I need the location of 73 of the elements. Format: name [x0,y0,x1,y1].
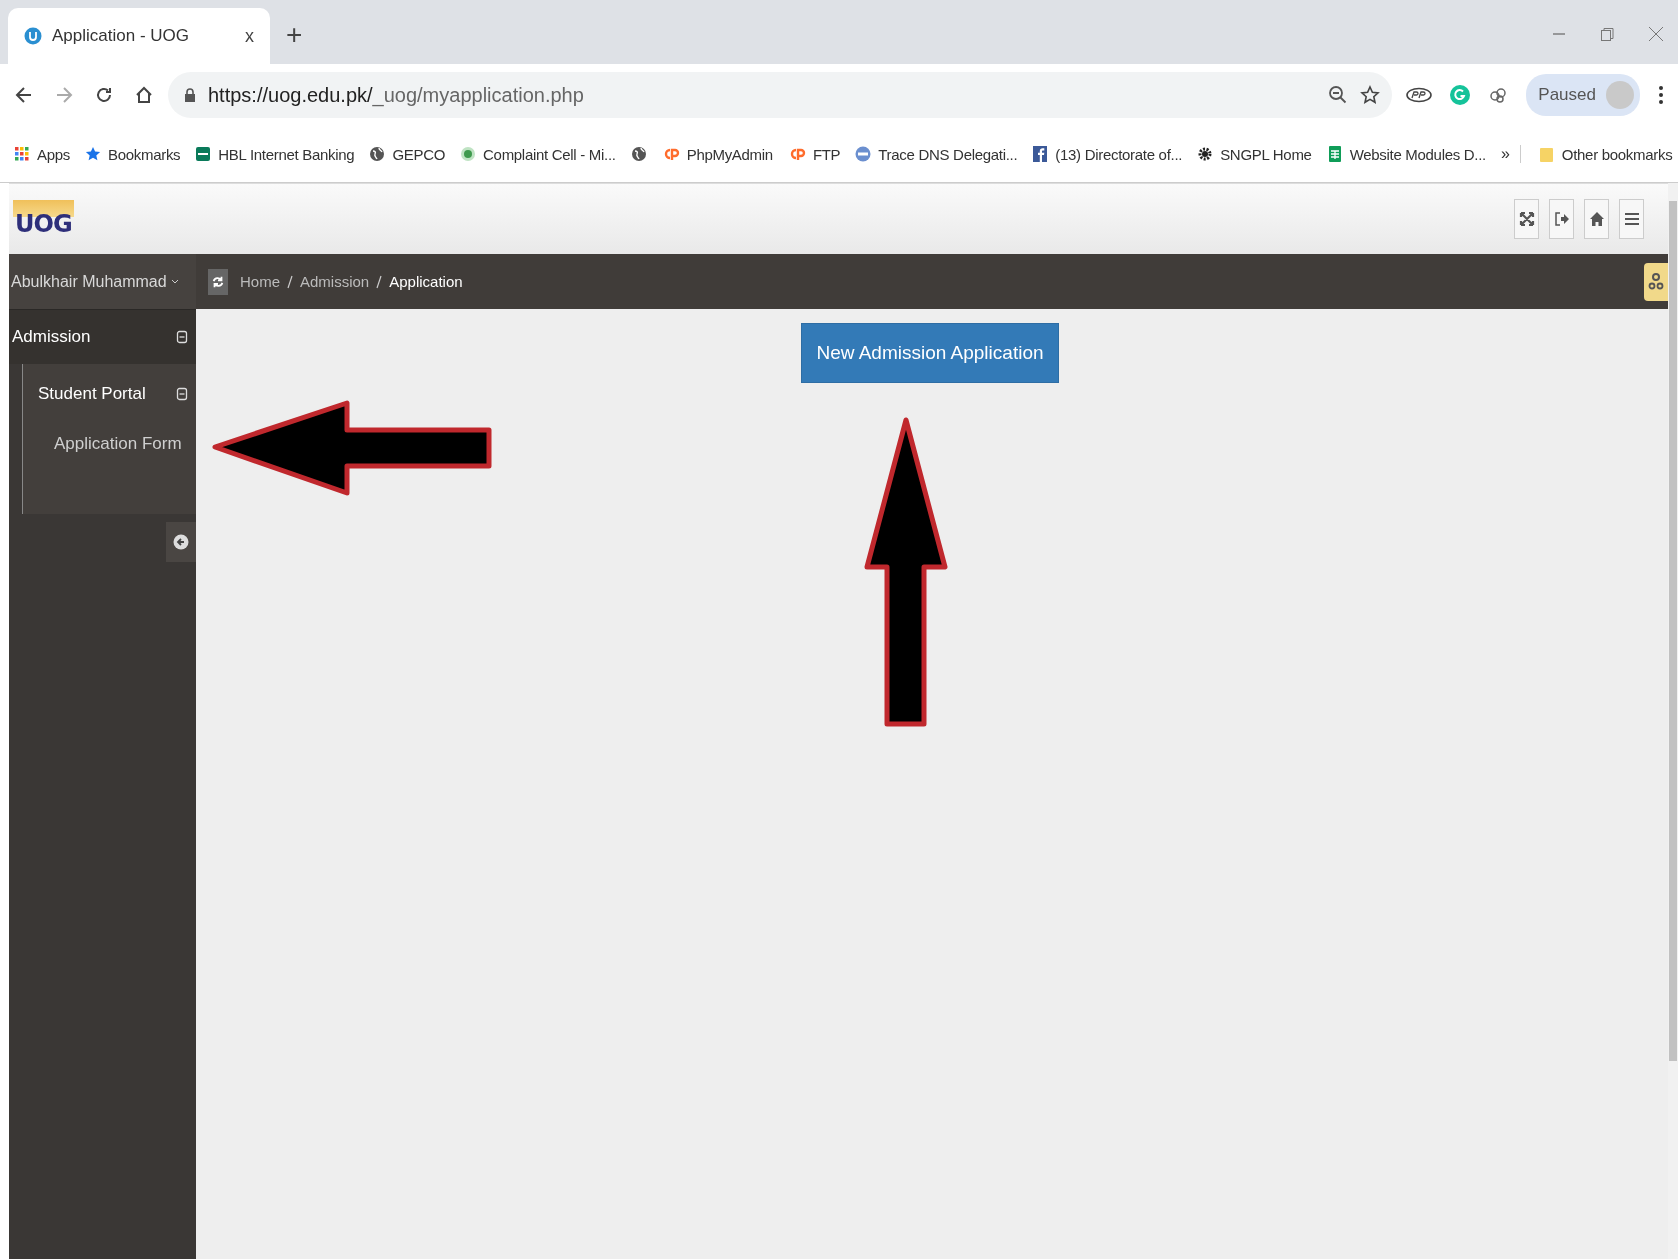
apps-grid-icon [14,146,30,162]
chevron-down-icon [170,278,179,285]
breadcrumb-link[interactable]: Admission [300,273,370,290]
bookmark-item[interactable]: Complaint Cell - Mi... [460,145,616,163]
collapse-sidebar-button[interactable] [166,522,196,562]
house-icon [1588,211,1605,227]
bookmark-item[interactable]: (13) Directorate of... [1032,145,1183,163]
bookmark-item[interactable]: FTP [787,145,841,163]
bookmark-item[interactable] [630,146,647,162]
zoom-out-icon [1328,85,1349,105]
refresh-button[interactable] [208,268,228,295]
user-menu[interactable]: Abulkhair Muhammad [9,254,196,309]
collapse-icon [176,387,188,401]
lock-icon [184,88,196,102]
scrollbar-thumb[interactable] [1669,201,1677,1061]
bank-logo-icon [195,146,212,162]
sidebar-item[interactable]: Admission [9,309,196,364]
slash-icon [286,273,294,290]
emblem-icon [460,146,477,162]
gears-icon [1648,272,1664,291]
new-tab-button[interactable]: + [280,18,309,52]
bookmark-item[interactable]: Trace DNS Delegati... [855,145,1018,163]
fullscreen-button[interactable] [1514,199,1539,239]
collapse-icon [176,330,188,344]
slash-icon [375,273,384,290]
php-extension-icon [1406,87,1433,103]
folder-icon [1538,146,1555,162]
menu-button[interactable] [1619,199,1644,239]
globe-icon [630,146,647,162]
spreadsheet-icon [1326,146,1343,162]
back-icon [14,85,34,105]
home-button[interactable] [1584,199,1609,239]
close-icon [1648,26,1664,42]
gear-icon [1197,146,1214,162]
expand-arrows-icon [1518,211,1535,227]
breadcrumb-link[interactable]: Home [240,273,280,290]
address-bar[interactable]: https://uog.edu.pk/_uog/myapplication.php [168,72,1393,118]
bookmark-folder[interactable]: Other bookmarks [1538,145,1673,163]
forward-icon [54,85,74,105]
globe-icon [369,146,386,162]
site-favicon-icon [24,27,42,45]
arrow-left-circle-icon [173,534,189,550]
settings-button[interactable] [1644,262,1668,301]
menu-icon [1623,211,1640,227]
facebook-icon [1032,146,1049,162]
logout-icon [1553,211,1570,227]
cloud-extension-icon [1488,85,1509,105]
logout-button[interactable] [1549,199,1574,239]
sidebar-item[interactable]: Application Form [23,424,196,464]
more-bookmarks-button[interactable]: » [1500,145,1521,163]
profile-button[interactable]: Paused [1526,74,1640,116]
minimize-icon [1552,33,1566,35]
bookmark-item[interactable]: Apps [14,145,70,163]
star-icon [85,146,101,162]
grammar-extension-icon [1450,85,1471,105]
bookmark-item[interactable]: GEPCO [369,145,446,163]
breadcrumb-link[interactable]: Application [389,273,463,290]
browser-tab[interactable]: Application - UOG x [8,8,270,64]
tab-title: Application - UOG [52,26,190,46]
bookmark-item[interactable]: HBL Internet Banking [195,145,355,163]
menu-dots-icon [1658,85,1664,105]
dns-globe-icon [855,146,872,162]
bookmark-item[interactable]: SNGPL Home [1197,145,1312,163]
sidebar-item[interactable]: Student Portal [23,364,196,424]
bookmark-item[interactable]: Website Modules D... [1326,145,1486,163]
new-application-button[interactable]: New Admission Application [801,323,1059,383]
bookmark-item[interactable]: Bookmarks [85,145,181,163]
reload-icon [94,85,114,105]
bookmark-item[interactable]: PhpMyAdmin [661,145,773,163]
home-icon [134,85,154,105]
restore-icon [1600,26,1614,42]
bookmark-star-icon [1360,85,1381,105]
tab-close-button[interactable]: x [245,25,254,47]
